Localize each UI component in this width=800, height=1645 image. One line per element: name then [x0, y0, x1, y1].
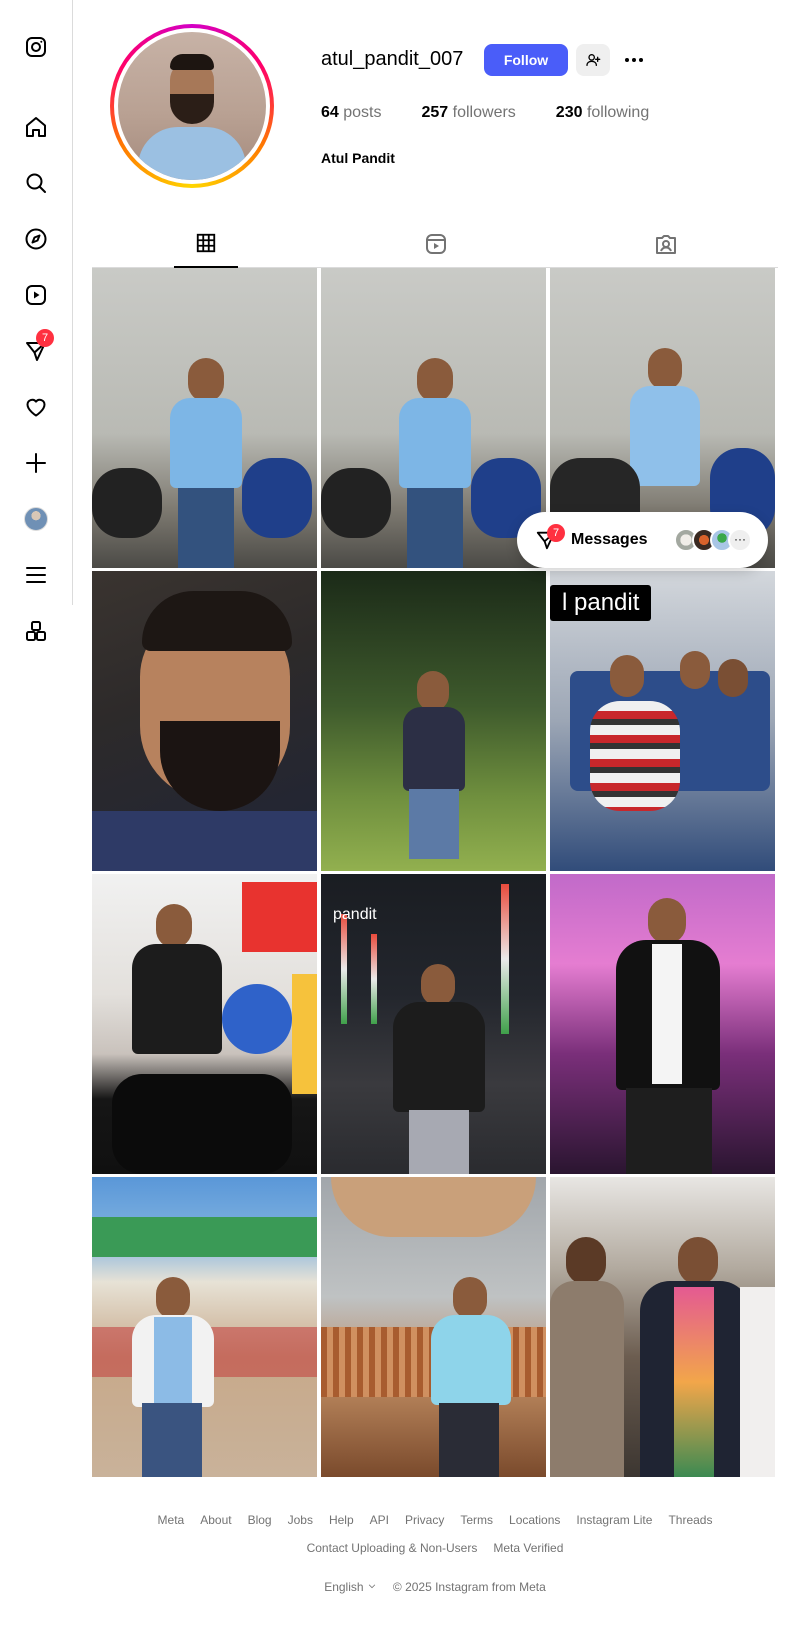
- follow-button[interactable]: Follow: [484, 44, 568, 76]
- profile-stats: 64 posts 257 followers 230 following: [321, 104, 689, 122]
- footer-link[interactable]: Blog: [248, 1508, 272, 1532]
- post-thumbnail[interactable]: [92, 1177, 317, 1477]
- footer-link[interactable]: About: [200, 1508, 231, 1532]
- heart-icon[interactable]: [22, 393, 50, 421]
- footer-link[interactable]: Jobs: [288, 1508, 313, 1532]
- footer-links: Meta About Blog Jobs Help API Privacy Terms Loca…: [92, 1508, 778, 1532]
- post-thumbnail[interactable]: [92, 874, 317, 1174]
- footer-link[interactable]: Contact Uploading & Non-Users: [307, 1538, 478, 1558]
- following-stat[interactable]: 230 following: [556, 104, 649, 122]
- search-icon[interactable]: [22, 169, 50, 197]
- profile-avatar[interactable]: [22, 505, 50, 533]
- footer-link[interactable]: Privacy: [405, 1508, 444, 1532]
- post-thumbnail[interactable]: [92, 571, 317, 871]
- profile-tabs: [92, 226, 778, 268]
- footer-link[interactable]: Meta Verified: [493, 1538, 563, 1558]
- footer-links-secondary: Contact Uploading & Non-Users Meta Verifi…: [92, 1538, 778, 1558]
- footer-link[interactable]: Locations: [509, 1508, 560, 1532]
- username: atul_pandit_007: [321, 48, 464, 70]
- menu-icon[interactable]: [22, 561, 50, 589]
- copyright: © 2025 Instagram from Meta: [392, 1580, 546, 1594]
- plus-icon[interactable]: [22, 449, 50, 477]
- add-user-icon: [586, 54, 601, 66]
- profile-picture: [118, 32, 266, 180]
- footer-bottom: English © 2025 Instagram from Meta: [92, 1580, 778, 1594]
- messages-icon[interactable]: 7: [22, 329, 54, 365]
- more-options-button[interactable]: [620, 44, 648, 76]
- language-selector[interactable]: English: [324, 1580, 377, 1594]
- post-thumbnail[interactable]: [550, 1177, 775, 1477]
- footer-link[interactable]: Threads: [668, 1508, 712, 1532]
- footer-link[interactable]: API: [370, 1508, 389, 1532]
- tab-tagged[interactable]: [634, 226, 698, 268]
- post-caption-overlay: l pandit: [550, 585, 652, 621]
- messages-label: Messages: [571, 531, 648, 548]
- footer-link[interactable]: Instagram Lite: [576, 1508, 652, 1532]
- home-icon[interactable]: [22, 113, 50, 141]
- post-thumbnail[interactable]: [550, 874, 775, 1174]
- messages-widget[interactable]: 7 Messages ···: [517, 512, 768, 568]
- more-avatars-icon: ···: [728, 528, 752, 552]
- profile-picture-ring[interactable]: [110, 24, 274, 188]
- post-thumbnail[interactable]: [321, 1177, 546, 1477]
- full-name: Atul Pandit: [321, 150, 395, 166]
- tab-posts[interactable]: [174, 226, 238, 268]
- post-thumbnail[interactable]: [321, 268, 546, 568]
- reels-icon: [426, 234, 446, 254]
- messages-avatars: ···: [674, 528, 752, 552]
- reels-icon[interactable]: [22, 281, 50, 309]
- more-horizontal-icon: [625, 58, 643, 62]
- footer: Meta About Blog Jobs Help API Privacy Terms Loca…: [92, 1508, 778, 1594]
- notification-badge: 7: [36, 329, 54, 347]
- posts-stat: 64 posts: [321, 104, 382, 121]
- explore-icon[interactable]: [22, 225, 50, 253]
- sidebar: 7: [0, 0, 73, 641]
- instagram-logo-icon[interactable]: [22, 33, 50, 61]
- footer-link[interactable]: Meta: [158, 1508, 185, 1532]
- avatar: [24, 507, 48, 531]
- post-thumbnail[interactable]: [321, 571, 546, 871]
- tagged-icon: [656, 235, 676, 254]
- post-thumbnail[interactable]: [92, 268, 317, 568]
- also-from-meta-icon[interactable]: [22, 617, 50, 645]
- chevron-down-icon: [368, 1584, 376, 1589]
- tab-reels[interactable]: [404, 226, 468, 268]
- footer-link[interactable]: Terms: [460, 1508, 493, 1532]
- messages-badge: 7: [547, 524, 565, 542]
- post-caption-overlay: pandit: [333, 906, 377, 923]
- post-thumbnail[interactable]: pandit: [321, 874, 546, 1174]
- followers-stat[interactable]: 257 followers: [422, 104, 516, 122]
- post-thumbnail[interactable]: l pandit: [550, 571, 775, 871]
- suggested-users-button[interactable]: [576, 44, 610, 76]
- grid-icon: [196, 233, 216, 253]
- footer-link[interactable]: Help: [329, 1508, 354, 1532]
